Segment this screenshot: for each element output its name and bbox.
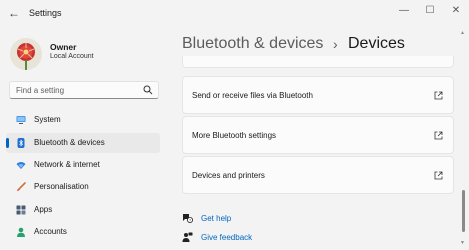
scroll-up-arrow[interactable]: ▲ bbox=[460, 30, 465, 36]
sidebar-item-label: Apps bbox=[34, 205, 53, 214]
sidebar-item-label: Personalisation bbox=[34, 182, 89, 191]
flower-avatar-icon bbox=[10, 38, 42, 70]
brush-icon bbox=[17, 182, 26, 191]
give-feedback-link[interactable]: Give feedback bbox=[182, 231, 302, 245]
monitor-icon bbox=[16, 116, 26, 124]
breadcrumb-root[interactable]: Bluetooth & devices bbox=[182, 35, 323, 53]
sidebar-item-label: System bbox=[34, 115, 61, 124]
feedback-icon bbox=[182, 232, 193, 242]
get-help-label: Get help bbox=[201, 214, 232, 223]
app-title: Settings bbox=[29, 8, 62, 18]
close-button[interactable]: ✕ bbox=[449, 5, 463, 17]
sidebar: Owner Local Account Find a setting Syste… bbox=[0, 26, 170, 250]
apps-icon bbox=[16, 205, 26, 215]
more-bluetooth-settings-card[interactable]: More Bluetooth settings bbox=[182, 116, 454, 154]
sidebar-item-label: Accounts bbox=[34, 227, 67, 236]
card-label: Send or receive files via Bluetooth bbox=[192, 91, 313, 100]
card-label: More Bluetooth settings bbox=[192, 131, 277, 140]
give-feedback-label: Give feedback bbox=[201, 233, 253, 242]
sidebar-item-bluetooth-devices[interactable]: Bluetooth & devices bbox=[6, 133, 160, 153]
maximize-button[interactable]: ☐ bbox=[423, 5, 437, 17]
get-help-link[interactable]: ? Get help bbox=[182, 212, 302, 226]
sidebar-item-apps[interactable]: Apps bbox=[6, 200, 160, 220]
account-type: Local Account bbox=[50, 53, 94, 60]
sidebar-item-label: Network & internet bbox=[34, 160, 100, 169]
devices-and-printers-card[interactable]: Devices and printers bbox=[182, 156, 454, 194]
send-receive-files-card[interactable]: Send or receive files via Bluetooth bbox=[182, 76, 454, 114]
selection-indicator bbox=[6, 138, 9, 148]
person-icon bbox=[17, 227, 25, 237]
search-placeholder: Find a setting bbox=[16, 86, 65, 95]
page-title: Devices bbox=[348, 35, 405, 52]
scrollbar-thumb[interactable] bbox=[462, 190, 465, 232]
partial-card[interactable] bbox=[182, 56, 454, 68]
main-content: Bluetooth & devices › Devices Send or re… bbox=[170, 26, 469, 250]
search-input[interactable]: Find a setting bbox=[9, 81, 159, 99]
sidebar-item-label: Bluetooth & devices bbox=[34, 138, 105, 147]
user-name: Owner bbox=[50, 42, 77, 52]
bluetooth-icon bbox=[17, 138, 25, 148]
card-label: Devices and printers bbox=[192, 171, 265, 180]
external-link-icon bbox=[434, 171, 443, 180]
help-chat-icon: ? bbox=[183, 214, 193, 223]
sidebar-item-system[interactable]: System bbox=[6, 110, 160, 130]
wifi-icon bbox=[16, 162, 26, 169]
title-bar: ← Settings — ☐ ✕ bbox=[0, 0, 469, 26]
breadcrumb-separator: › bbox=[333, 36, 338, 52]
search-icon[interactable] bbox=[143, 85, 153, 95]
sidebar-item-network-internet[interactable]: Network & internet bbox=[6, 155, 160, 175]
external-link-icon bbox=[434, 91, 443, 100]
scroll-down-arrow[interactable]: ▼ bbox=[460, 240, 465, 246]
avatar[interactable] bbox=[10, 38, 42, 70]
external-link-icon bbox=[434, 131, 443, 140]
sidebar-item-accounts[interactable]: Accounts bbox=[6, 222, 160, 242]
minimize-button[interactable]: — bbox=[397, 5, 411, 17]
back-button[interactable]: ← bbox=[6, 6, 22, 20]
sidebar-item-personalisation[interactable]: Personalisation bbox=[6, 177, 160, 197]
